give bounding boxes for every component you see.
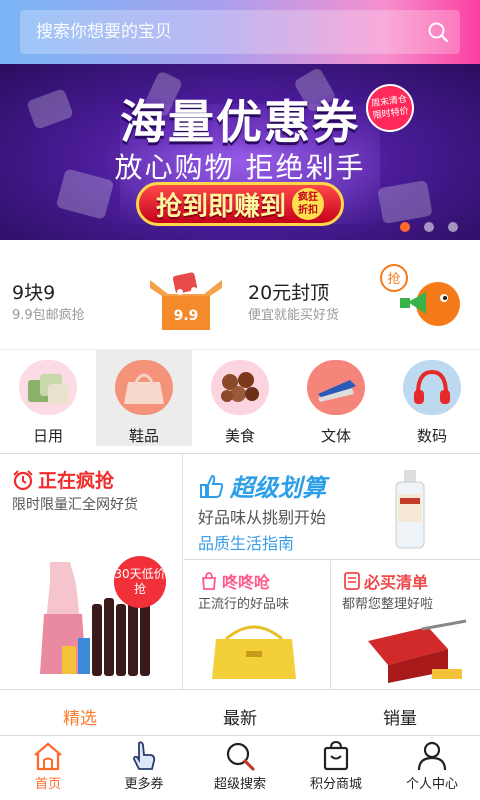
fry-cutter-image	[368, 619, 467, 683]
yellow-bag-image	[212, 625, 296, 679]
promo-row: 9块9 9.9包邮疯抢 9.9 20元封顶 便宜就能买好货 抢	[0, 240, 480, 350]
search-input[interactable]	[20, 10, 416, 54]
category-digital[interactable]: 数码	[384, 350, 480, 446]
promo-9-9[interactable]: 9块9 9.9包邮疯抢 9.9	[0, 240, 236, 350]
promo-20-cap[interactable]: 20元封顶 便宜就能买好货 抢	[236, 240, 480, 350]
carousel-dot-1[interactable]	[400, 222, 410, 232]
sort-tabs: 精选 最新 销量	[0, 690, 480, 736]
nav-profile-label: 个人中心	[405, 777, 458, 792]
nav-more-coupons[interactable]: 更多券	[96, 737, 192, 800]
carousel-indicator	[400, 222, 458, 232]
category-food[interactable]: 美食	[192, 350, 288, 446]
carousel-dot-2[interactable]	[424, 222, 434, 232]
nav-super-search[interactable]: 超级搜索	[192, 737, 288, 800]
feature-grid: 正在疯抢 限时限量汇全网好货 30天低价抢 超级划算 好品味从挑剔开始 品质生活…	[0, 454, 480, 690]
bag-icon	[202, 572, 216, 590]
search-icon	[226, 742, 255, 771]
search-button[interactable]	[416, 10, 460, 54]
category-shoes[interactable]: 鞋品	[96, 350, 192, 446]
must-buy-title: 必买清单	[364, 573, 429, 592]
nav-home-label: 首页	[34, 777, 61, 792]
category-shoes-image	[115, 360, 173, 415]
category-digital-label: 数码	[416, 427, 447, 445]
headphones-icon	[414, 369, 450, 404]
hand-pointer-icon	[133, 741, 156, 770]
category-row: 日用 鞋品 美食 文体 数码	[0, 350, 480, 454]
pillow-icon	[28, 373, 68, 404]
tab-featured[interactable]: 精选	[0, 690, 160, 735]
banner-cta-tag: 疯狂折扣	[292, 188, 324, 220]
category-daily-image	[19, 360, 77, 415]
must-buy-title-row: 必买清单	[344, 569, 428, 593]
dongdong-title-row: 咚咚呛	[200, 569, 270, 593]
thumbs-up-icon	[200, 474, 224, 498]
promo-9-9-title: 9块9	[12, 282, 56, 304]
promo-9-9-subtitle: 9.9包邮疯抢	[12, 308, 85, 323]
banner-cta-button[interactable]: 抢到即赚到 疯狂折扣	[136, 182, 344, 226]
search-icon	[428, 22, 449, 43]
super-deal-link[interactable]: 品质生活指南	[198, 530, 294, 554]
banner-decoration	[377, 179, 433, 225]
mascot-text: 抢	[387, 271, 400, 287]
must-buy-card[interactable]: 必买清单 都帮您整理好啦	[332, 561, 480, 690]
hot-sale-subtitle: 限时限量汇全网好货	[12, 497, 138, 513]
hot-sale-card[interactable]: 正在疯抢 限时限量汇全网好货 30天低价抢	[0, 454, 183, 690]
carousel-dot-3[interactable]	[448, 222, 458, 232]
super-deal-subtitle: 好品味从挑剔开始	[198, 508, 327, 527]
search-header	[0, 0, 480, 64]
super-deal-title-row: 超级划算	[198, 468, 326, 503]
alarm-clock-icon	[13, 469, 33, 490]
tab-sales[interactable]: 销量	[320, 690, 480, 735]
category-food-label: 美食	[224, 427, 255, 445]
app-root: 海量优惠券 放心购物 拒绝剁手 周末清仓限时特价 抢到即赚到 疯狂折扣 9块9 …	[0, 0, 480, 800]
bottom-nav: 首页 更多券 超级搜索 积分商城 个人中心	[0, 737, 480, 800]
user-icon	[417, 741, 447, 771]
mascot-icon: 抢	[380, 264, 460, 326]
checklist-icon	[344, 572, 360, 590]
nav-super-search-label: 超级搜索	[213, 777, 266, 792]
category-stationery[interactable]: 文体	[288, 350, 384, 446]
promo-20-cap-title: 20元封顶	[248, 282, 330, 304]
banner-cta-label: 抢到即赚到	[155, 191, 286, 222]
gift-box-icon: 9.9	[150, 272, 222, 330]
promo-20-cap-subtitle: 便宜就能买好货	[248, 308, 340, 323]
hot-sale-title: 正在疯抢	[38, 470, 115, 492]
nav-points-mall-label: 积分商城	[309, 777, 362, 792]
gift-box-label: 9.9	[174, 308, 199, 324]
dongdong-card[interactable]: 咚咚呛 正流行的好品味	[184, 561, 331, 690]
category-food-image	[211, 360, 269, 415]
dongdong-title: 咚咚呛	[222, 573, 271, 592]
nav-profile[interactable]: 个人中心	[384, 737, 480, 800]
nav-points-mall[interactable]: 积分商城	[288, 737, 384, 800]
nav-more-coupons-label: 更多券	[124, 777, 164, 792]
hot-sale-badge: 30天低价抢	[114, 556, 166, 608]
handbag-icon	[124, 373, 164, 404]
home-icon	[34, 742, 62, 771]
dongdong-subtitle: 正流行的好品味	[198, 597, 290, 612]
category-daily[interactable]: 日用	[0, 350, 96, 446]
category-stationery-label: 文体	[320, 427, 351, 445]
stapler-icon	[318, 379, 356, 402]
category-digital-image	[403, 360, 461, 415]
super-deal-card[interactable]: 超级划算 好品味从挑剔开始 品质生活指南	[184, 454, 480, 560]
bottle-image	[395, 470, 425, 549]
search-bar	[20, 10, 460, 54]
category-daily-label: 日用	[32, 427, 63, 445]
nav-home[interactable]: 首页	[0, 737, 96, 800]
hot-sale-title-row: 正在疯抢	[12, 466, 114, 493]
super-deal-title: 超级划算	[230, 474, 326, 502]
must-buy-subtitle: 都帮您整理好啦	[342, 597, 434, 612]
promo-banner[interactable]: 海量优惠券 放心购物 拒绝剁手 周末清仓限时特价 抢到即赚到 疯狂折扣	[0, 64, 480, 240]
tab-latest[interactable]: 最新	[160, 690, 320, 735]
shopping-bag-icon	[323, 741, 349, 771]
banner-subtitle: 放心购物 拒绝剁手	[114, 151, 366, 184]
chocolate-icon	[221, 371, 259, 402]
category-stationery-image	[307, 360, 365, 415]
category-shoes-label: 鞋品	[128, 427, 159, 445]
